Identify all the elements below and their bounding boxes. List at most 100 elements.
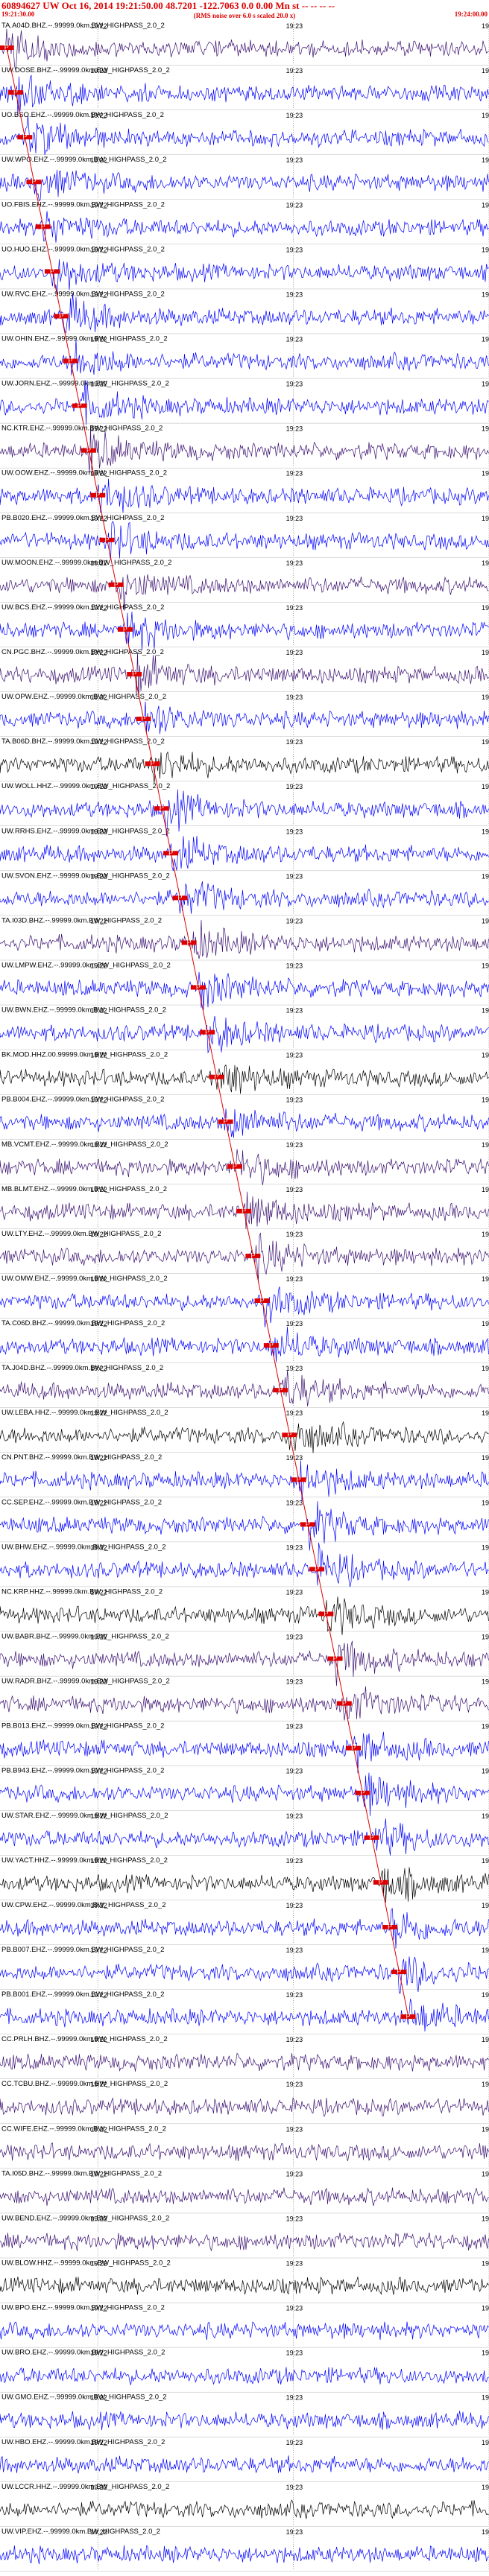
trace-label: CC.SEP.EHZ.--.99999.0km.BW_HIGHPASS_2.0_… bbox=[1, 1498, 162, 1506]
time-tick-label: 19:23 bbox=[286, 1634, 303, 1641]
trace-label: UW.OMW.EHZ.--.99999.0km.BW_HIGHPASS_2.0_… bbox=[1, 1275, 168, 1283]
time-tick-label: 19:24 bbox=[482, 335, 489, 343]
trace-label: TA.C06D.BHZ.--.99999.0km.BW_HIGHPASS_2.0… bbox=[1, 1319, 165, 1327]
trace-label: UW.BABR.BHZ.--.99999.0km.BW_HIGHPASS_2.0… bbox=[1, 1633, 169, 1641]
time-tick-label: 19:23 bbox=[286, 67, 303, 74]
waveform-trace bbox=[0, 1370, 489, 1406]
time-tick-label: 19:23 bbox=[286, 156, 303, 164]
waveform-trace bbox=[0, 293, 489, 334]
waveform-trace bbox=[0, 701, 489, 735]
time-tick-label: 19:24 bbox=[482, 425, 489, 433]
trace-label: UW.STAR.EHZ.--.99999.0km.BW_HIGHPASS_2.0… bbox=[1, 1812, 168, 1820]
time-tick-label: 19:24 bbox=[482, 2439, 489, 2446]
time-tick-label: 19:23 bbox=[286, 425, 303, 433]
waveform-trace bbox=[0, 115, 489, 155]
time-tick-label: 19:24 bbox=[482, 1947, 489, 1954]
time-tick-label: 19:23 bbox=[286, 1320, 303, 1327]
time-tick-label: 19:23 bbox=[286, 2036, 303, 2043]
time-tick-label: 19:23 bbox=[286, 381, 303, 388]
time-tick-label: 19:24 bbox=[482, 1186, 489, 1193]
waveform-trace bbox=[0, 28, 489, 71]
trace-label: UW.BWN.EHZ.--.99999.0km.BW_HIGHPASS_2.0_… bbox=[1, 1006, 166, 1015]
time-tick-label: 19:23 bbox=[286, 1052, 303, 1059]
time-tick-label: 19:24 bbox=[482, 1857, 489, 1865]
trace-label: TA.A04D.BHZ.--.99999.0km.BW_HIGHPASS_2.0… bbox=[1, 22, 165, 30]
trace-label: CC.PRLH.BHZ.--.99999.0km.BW_HIGHPASS_2.0… bbox=[1, 2035, 168, 2043]
trace-label: UW.OOW.EHZ.--.99999.0km.BW_HIGHPASS_2.0_… bbox=[1, 469, 167, 478]
time-tick-label: 19:24 bbox=[482, 828, 489, 835]
trace-label: UW.BPO.EHZ.--.99999.0km.BW_HIGHPASS_2.0_… bbox=[1, 2304, 165, 2312]
time-tick-label: 19:23 bbox=[286, 112, 303, 119]
time-tick-label: 19:23 bbox=[286, 2215, 303, 2222]
time-tick-label: 19:24 bbox=[482, 1544, 489, 1551]
time-tick-label: 19:23 bbox=[286, 2125, 303, 2133]
trace-label: UO.FBIS.EHZ.--.99999.0km.BW_HIGHPASS_2.0… bbox=[1, 200, 165, 209]
time-tick-label: 19:24 bbox=[482, 604, 489, 612]
time-tick-label: 19:24 bbox=[482, 1723, 489, 1730]
time-tick-label: 19:24 bbox=[482, 1409, 489, 1417]
trace-label: UW.RADR.BHZ.--.99999.0km.BW_HIGHPASS_2.0… bbox=[1, 1678, 170, 1686]
waveform-trace bbox=[0, 428, 489, 473]
time-tick-label: 19:23 bbox=[286, 1812, 303, 1820]
time-tick-label: 19:24 bbox=[482, 1052, 489, 1059]
time-tick-label: 19:24 bbox=[482, 649, 489, 656]
time-tick-label: 19:23 bbox=[286, 1857, 303, 1865]
waveform-trace bbox=[0, 971, 489, 1010]
time-tick-label: 19:23 bbox=[286, 559, 303, 567]
time-tick-label: 19:24 bbox=[482, 2350, 489, 2357]
time-tick-label: 19:24 bbox=[482, 2260, 489, 2268]
time-tick-label: 19:23 bbox=[286, 470, 303, 478]
time-tick-label: 19:24 bbox=[482, 962, 489, 969]
time-tick-label: 19:24 bbox=[482, 201, 489, 209]
time-tick-label: 19:23 bbox=[286, 1365, 303, 1372]
time-tick-label: 19:24 bbox=[482, 67, 489, 74]
trace-label: UW.JORN.EHZ.--.99999.0km.BW_HIGHPASS_2.0… bbox=[1, 380, 169, 388]
time-tick-label: 19:23 bbox=[286, 1947, 303, 1954]
time-tick-label: 19:23 bbox=[286, 2170, 303, 2177]
time-tick-label: 19:24 bbox=[482, 2170, 489, 2177]
waveform-trace bbox=[0, 211, 489, 243]
time-tick-label: 19:24 bbox=[482, 1634, 489, 1641]
time-tick-label: 19:24 bbox=[482, 1097, 489, 1104]
waveform-trace bbox=[0, 2052, 489, 2072]
time-tick-label: 19:24 bbox=[482, 1365, 489, 1372]
trace-label: UW.RRHS.EHZ.--.99999.0km.BW_HIGHPASS_2.0… bbox=[1, 827, 170, 835]
time-tick-label: 19:23 bbox=[286, 2350, 303, 2357]
time-tick-label: 19:24 bbox=[482, 2215, 489, 2222]
time-tick-label: 19:24 bbox=[482, 1812, 489, 1820]
time-tick-label: 19:24 bbox=[482, 1320, 489, 1327]
trace-label: BK.MOD.HHZ.00.99999.0km.BW_HIGHPASS_2.0_… bbox=[1, 1051, 168, 1059]
time-tick-label: 19:24 bbox=[482, 156, 489, 164]
waveform-trace bbox=[0, 1460, 489, 1502]
time-tick-label: 19:23 bbox=[286, 917, 303, 924]
time-tick-label: 19:23 bbox=[286, 1991, 303, 1999]
waveform-trace bbox=[0, 2097, 489, 2118]
time-tick-label: 19:23 bbox=[286, 2484, 303, 2491]
waveform-trace bbox=[0, 751, 489, 784]
time-tick-label: 19:23 bbox=[286, 2394, 303, 2402]
time-tick-label: 19:24 bbox=[482, 559, 489, 567]
time-tick-label: 19:24 bbox=[482, 1991, 489, 1999]
trace-label: UW.LCCR.HHZ.--.99999.0km.BW_HIGHPASS_2.0… bbox=[1, 2483, 169, 2491]
trace-label: PB.B013.EHZ.--.99999.0km.BW_HIGHPASS_2.0… bbox=[1, 1722, 164, 1730]
time-tick-label: 19:23 bbox=[286, 1097, 303, 1104]
time-tick-label: 19:24 bbox=[482, 2528, 489, 2536]
trace-label: PB.B004.EHZ.--.99999.0km.BW_HIGHPASS_2.0… bbox=[1, 1096, 164, 1104]
trace-label: PB.B943.EHZ.--.99999.0km.BW_HIGHPASS_2.0… bbox=[1, 1767, 164, 1775]
pick-label: P bbox=[406, 2013, 411, 2020]
trace-label: NC.KTR.EHZ.--.99999.0km.BW_HIGHPASS_2.0_… bbox=[1, 425, 163, 433]
trace-label: UW.BRO.EHZ.--.99999.0km.BW_HIGHPASS_2.0_… bbox=[1, 2349, 165, 2357]
time-tick-label: 19:23 bbox=[286, 2528, 303, 2536]
trace-label: UW.RVC.EHZ.--.99999.0km.BW_HIGHPASS_2.0_… bbox=[1, 290, 165, 298]
seismogram-plot: 19:2219:2319:24TA.A04D.BHZ.--.99999.0km.… bbox=[0, 22, 489, 2572]
time-tick-label: 19:23 bbox=[286, 1186, 303, 1193]
time-tick-label: 19:24 bbox=[482, 2036, 489, 2043]
trace-label: MB.BLMT.EHZ.--.99999.0km.BW_HIGHPASS_2.0… bbox=[1, 1185, 167, 1193]
trace-label: UW.DOSE.BHZ.--.99999.0km.BW_HIGHPASS_2.0… bbox=[1, 66, 170, 74]
time-tick-label: 19:23 bbox=[286, 291, 303, 298]
trace-label: UW.BCS.EHZ.--.99999.0km.BW_HIGHPASS_2.0_… bbox=[1, 603, 164, 612]
time-tick-label: 19:23 bbox=[286, 201, 303, 209]
waveform-trace bbox=[0, 1596, 489, 1635]
waveform-trace bbox=[0, 74, 489, 116]
waveform-trace bbox=[0, 1015, 489, 1054]
